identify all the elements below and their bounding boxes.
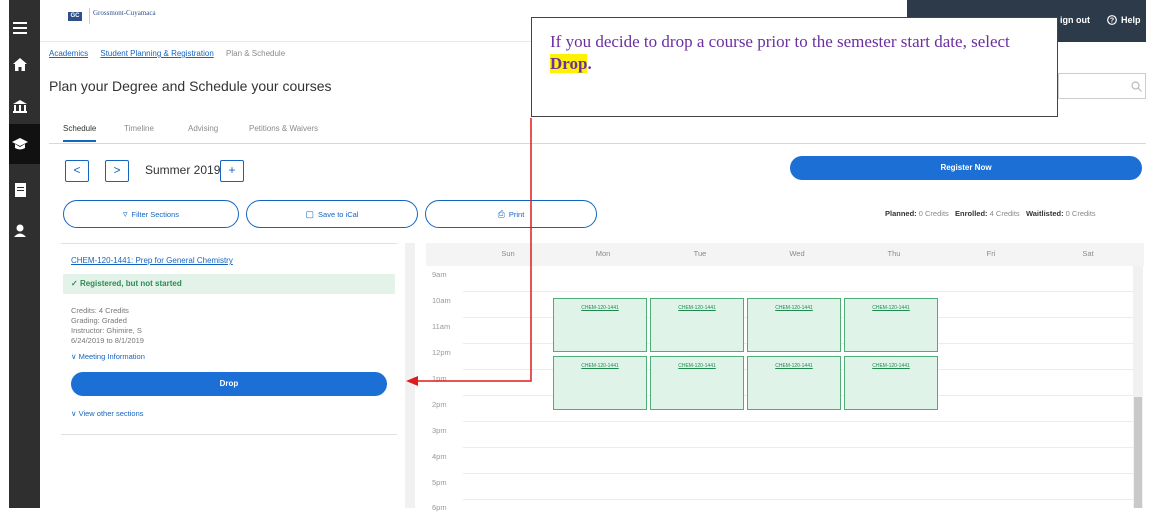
frame-margin [1146, 0, 1151, 508]
pointer-arrow [406, 118, 532, 386]
